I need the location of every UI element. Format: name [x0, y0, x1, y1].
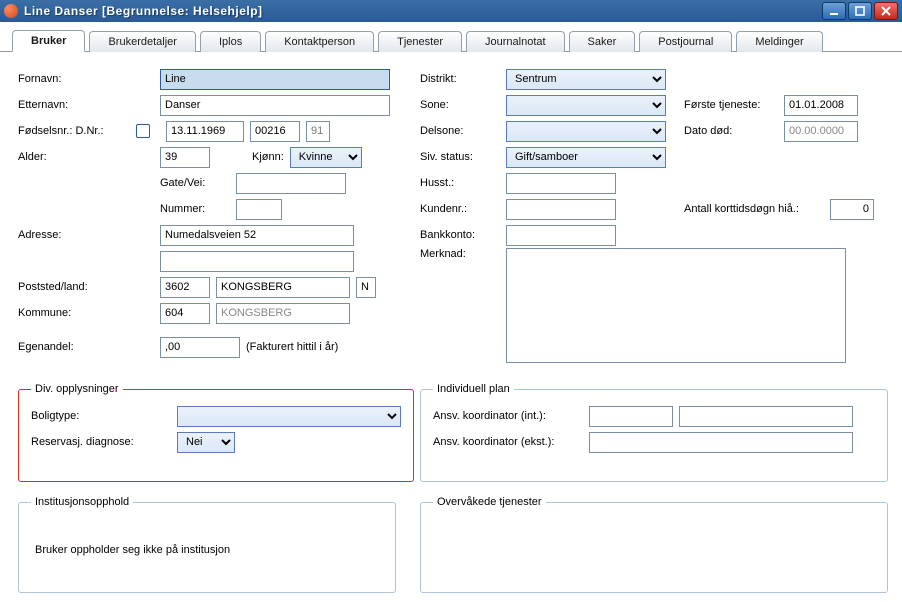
div-opplysninger-fieldset: Div. opplysninger Boligtype: Reservasj. … — [18, 383, 414, 482]
nummer-input[interactable] — [236, 199, 282, 220]
alder-label: Alder: — [18, 151, 154, 163]
kommunenavn-input[interactable] — [216, 303, 350, 324]
etternavn-label: Etternavn: — [18, 99, 154, 111]
distrikt-label: Distrikt: — [420, 73, 500, 85]
husst-label: Husst.: — [420, 177, 500, 189]
egenandel-label: Egenandel: — [18, 341, 154, 353]
tab-saker[interactable]: Saker — [569, 31, 636, 52]
koordinator-ekst-label: Ansv. koordinator (ekst.): — [433, 436, 583, 448]
reservasj-label: Reservasj. diagnose: — [31, 436, 171, 448]
koordinator-int-label: Ansv. koordinator (int.): — [433, 410, 583, 422]
egenandel-input[interactable] — [160, 337, 240, 358]
overvakede-legend: Overvåkede tjenester — [433, 496, 546, 508]
egenandel-note: (Fakturert hittil i år) — [246, 341, 338, 353]
boligtype-select[interactable] — [177, 406, 401, 427]
close-button[interactable] — [874, 2, 898, 20]
delsone-select[interactable] — [506, 121, 666, 142]
close-icon — [880, 5, 892, 17]
merknad-textarea[interactable] — [506, 248, 846, 363]
fodselsnr-label: Fødselsnr.: D.Nr.: — [18, 125, 130, 137]
delsone-label: Delsone: — [420, 125, 500, 137]
etternavn-input[interactable] — [160, 95, 390, 116]
sivstatus-label: Siv. status: — [420, 151, 500, 163]
left-form: Fornavn: Etternavn: Fødselsnr.: D.Nr.: A… — [18, 66, 396, 363]
kjonn-select[interactable]: Kvinne — [290, 147, 362, 168]
gatevei-input[interactable] — [236, 173, 346, 194]
sone-select[interactable] — [506, 95, 666, 116]
minimize-icon — [828, 5, 840, 17]
individuell-plan-fieldset: Individuell plan Ansv. koordinator (int.… — [420, 383, 888, 482]
sone-label: Sone: — [420, 99, 500, 111]
poststed-input[interactable] — [216, 277, 350, 298]
datodod-label: Dato død: — [684, 125, 778, 137]
right-form: Distrikt: Sentrum Sone: Første tjeneste:… — [420, 66, 888, 363]
husst-input[interactable] — [506, 173, 616, 194]
boligtype-label: Boligtype: — [31, 410, 171, 422]
tab-postjournal[interactable]: Postjournal — [639, 31, 732, 52]
merknad-label: Merknad: — [420, 248, 500, 260]
tab-meldinger[interactable]: Meldinger — [736, 31, 822, 52]
antallkortt-label: Antall korttidsdøgn hiå.: — [684, 203, 824, 215]
institusjonsopphold-fieldset: Institusjonsopphold Bruker oppholder seg… — [18, 496, 396, 593]
alder-input[interactable] — [160, 147, 210, 168]
div-opplysninger-legend: Div. opplysninger — [31, 383, 123, 395]
tab-journalnotat[interactable]: Journalnotat — [466, 31, 565, 52]
kundenr-input[interactable] — [506, 199, 616, 220]
tab-brukerdetaljer[interactable]: Brukerdetaljer — [89, 31, 195, 52]
individuell-plan-legend: Individuell plan — [433, 383, 514, 395]
tab-bruker[interactable]: Bruker — [12, 30, 85, 52]
forstetjeneste-label: Første tjeneste: — [684, 99, 778, 111]
adresse2-input[interactable] — [160, 251, 354, 272]
postnr-input[interactable] — [160, 277, 210, 298]
window-title-bar: Line Danser [Begrunnelse: Helsehjelp] — [0, 0, 902, 22]
kjonn-label: Kjønn: — [252, 151, 284, 163]
nummer-label: Nummer: — [160, 203, 230, 215]
tab-tjenester[interactable]: Tjenester — [378, 31, 462, 52]
bankkonto-label: Bankkonto: — [420, 229, 500, 241]
personnr-input[interactable] — [250, 121, 300, 142]
koordinator-int-a-input[interactable] — [589, 406, 673, 427]
app-icon — [4, 4, 18, 18]
kommune-label: Kommune: — [18, 307, 154, 319]
maximize-icon — [854, 5, 866, 17]
adresse1-input[interactable] — [160, 225, 354, 246]
tab-bar: Bruker Brukerdetaljer Iplos Kontaktperso… — [0, 22, 902, 52]
kommunenr-input[interactable] — [160, 303, 210, 324]
datodod-input[interactable] — [784, 121, 858, 142]
kundenr-label: Kundenr.: — [420, 203, 500, 215]
maximize-button[interactable] — [848, 2, 872, 20]
koordinator-int-b-input[interactable] — [679, 406, 853, 427]
dnr-checkbox[interactable] — [136, 124, 150, 138]
koordinator-ekst-input[interactable] — [589, 432, 853, 453]
tab-kontaktperson[interactable]: Kontaktperson — [265, 31, 374, 52]
gatevei-label: Gate/Vei: — [160, 177, 230, 189]
forstetjeneste-input[interactable] — [784, 95, 858, 116]
land-input[interactable] — [356, 277, 376, 298]
fodselsdato-input[interactable] — [166, 121, 244, 142]
minimize-button[interactable] — [822, 2, 846, 20]
reservasj-select[interactable]: Nei — [177, 432, 235, 453]
window-title: Line Danser [Begrunnelse: Helsehjelp] — [24, 4, 822, 18]
fornavn-input[interactable] — [160, 69, 390, 90]
institusjon-text: Bruker oppholder seg ikke på institusjon — [31, 516, 383, 574]
bankkonto-input[interactable] — [506, 225, 616, 246]
poststed-label: Poststed/land: — [18, 281, 154, 293]
adresse-label: Adresse: — [18, 229, 154, 241]
tab-iplos[interactable]: Iplos — [200, 31, 261, 52]
overvakede-tjenester-fieldset: Overvåkede tjenester — [420, 496, 888, 593]
sivstatus-select[interactable]: Gift/samboer — [506, 147, 666, 168]
fornavn-label: Fornavn: — [18, 73, 154, 85]
distrikt-select[interactable]: Sentrum — [506, 69, 666, 90]
personnr-ctrl-input[interactable] — [306, 121, 330, 142]
institusjonsopphold-legend: Institusjonsopphold — [31, 496, 133, 508]
antallkortt-input[interactable] — [830, 199, 874, 220]
